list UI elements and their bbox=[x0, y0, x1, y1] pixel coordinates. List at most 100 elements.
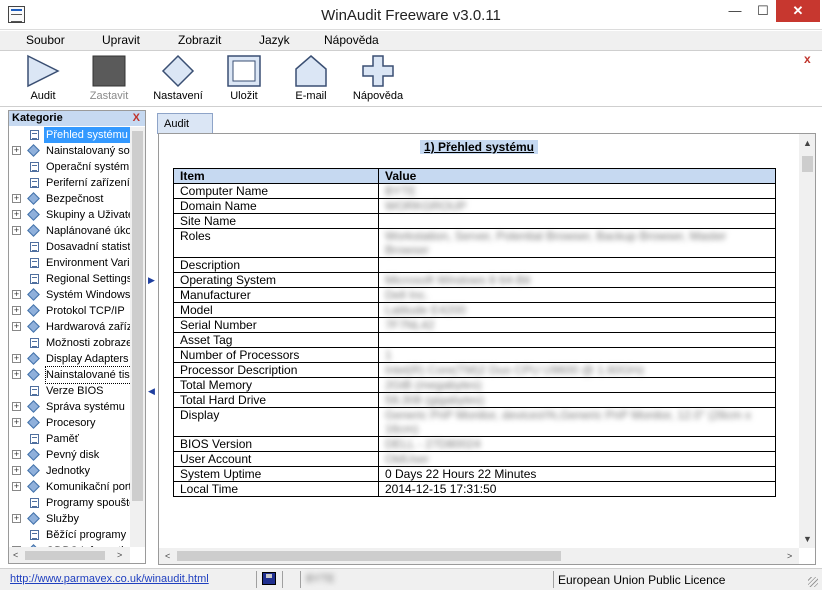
save-button[interactable]: Uložit bbox=[211, 54, 277, 106]
tree-item[interactable]: Periferní zařízení bbox=[9, 175, 130, 191]
tree-scroll-thumb[interactable] bbox=[132, 131, 143, 501]
expand-icon[interactable]: + bbox=[12, 210, 21, 219]
report-scroll-left-icon[interactable]: < bbox=[165, 551, 170, 561]
category-panel: Kategorie X Přehled systému + Nainstalovan… bbox=[8, 110, 146, 564]
tree-item[interactable]: + Display Adapters bbox=[9, 351, 130, 367]
scroll-left-icon[interactable]: < bbox=[13, 550, 18, 560]
floppy-disk-icon bbox=[262, 572, 276, 585]
expand-icon[interactable]: + bbox=[12, 146, 21, 155]
tree-item-label: Systém Windows bbox=[46, 289, 130, 301]
report-vertical-scrollbar[interactable] bbox=[799, 134, 815, 548]
email-button[interactable]: E-mail bbox=[278, 54, 344, 106]
menu-napoveda[interactable]: Nápověda bbox=[324, 33, 379, 47]
report-scroll-thumb[interactable] bbox=[802, 156, 813, 172]
diamond-icon bbox=[27, 224, 40, 237]
expand-icon[interactable]: + bbox=[12, 482, 21, 491]
expand-icon[interactable]: + bbox=[12, 322, 21, 331]
tree-item[interactable]: Běžící programy bbox=[9, 527, 130, 543]
row-value: 2GiB (megabytes) bbox=[385, 378, 482, 392]
scroll-up-icon[interactable]: ▲ bbox=[803, 138, 812, 148]
expand-icon[interactable]: + bbox=[12, 514, 21, 523]
tree-item[interactable]: Dosavadní statistika bbox=[9, 239, 130, 255]
report-scroll-right-icon[interactable]: > bbox=[787, 551, 792, 561]
tree-item[interactable]: + Bezpečnost bbox=[9, 191, 130, 207]
menu-zobrazit[interactable]: Zobrazit bbox=[178, 33, 221, 47]
close-document-icon[interactable]: x bbox=[804, 52, 811, 66]
row-value-cell: BYTE bbox=[378, 183, 776, 199]
tree-item[interactable]: + Procesory bbox=[9, 415, 130, 431]
expand-icon[interactable]: + bbox=[12, 226, 21, 235]
website-link[interactable]: http://www.parmavex.co.uk/winaudit.html bbox=[10, 573, 209, 585]
tree-item[interactable]: Paměť bbox=[9, 431, 130, 447]
help-button[interactable]: Nápověda bbox=[345, 54, 411, 106]
tree-item[interactable]: Environment Variables bbox=[9, 255, 130, 271]
table-row: Computer Name BYTE bbox=[173, 183, 776, 199]
system-overview-table: Item Value Computer Name BYTE Domain Name W… bbox=[173, 168, 776, 497]
table-row: Roles Workstation, Server, Potential Brow… bbox=[173, 228, 776, 258]
splitter-expand-icon[interactable]: ▶ bbox=[148, 275, 155, 286]
row-value: Latitude E4200 bbox=[385, 303, 466, 317]
window-title: WinAudit Freeware v3.0.11 bbox=[321, 7, 501, 24]
stop-button: Zastavit bbox=[76, 54, 142, 106]
status-bar: http://www.parmavex.co.uk/winaudit.html … bbox=[0, 568, 822, 590]
tree-item[interactable]: Verze BIOS bbox=[9, 383, 130, 399]
tree-item[interactable]: + Naplánované úkoly bbox=[9, 223, 130, 239]
tree-item-label: Naplánované úkoly bbox=[46, 225, 130, 237]
tree-item[interactable]: Regional Settings bbox=[9, 271, 130, 287]
tree-item[interactable]: + Jednotky bbox=[9, 463, 130, 479]
table-row: Description bbox=[173, 257, 776, 273]
tree-item[interactable]: + Systém Windows bbox=[9, 287, 130, 303]
expand-icon[interactable]: + bbox=[12, 418, 21, 427]
tree-item[interactable]: Možnosti zobrazení bbox=[9, 335, 130, 351]
tree-item-label: Možnosti zobrazení bbox=[46, 337, 130, 349]
expand-icon[interactable]: + bbox=[12, 402, 21, 411]
expand-icon[interactable]: + bbox=[12, 194, 21, 203]
tree-item[interactable]: Přehled systému bbox=[9, 127, 130, 143]
tree-item[interactable]: + Nainstalovaný software bbox=[9, 143, 130, 159]
tree-item[interactable]: Operační systém bbox=[9, 159, 130, 175]
settings-button[interactable]: Nastavení bbox=[145, 54, 211, 106]
resize-grip-icon[interactable] bbox=[808, 577, 818, 587]
expand-icon[interactable]: + bbox=[12, 450, 21, 459]
expand-icon[interactable]: + bbox=[12, 466, 21, 475]
expand-icon[interactable]: + bbox=[12, 290, 21, 299]
audit-label: Audit bbox=[30, 90, 56, 102]
tree-item[interactable]: + Komunikační porty bbox=[9, 479, 130, 495]
tree-item[interactable]: + Protokol TCP/IP bbox=[9, 303, 130, 319]
maximize-button[interactable]: ☐ bbox=[752, 0, 774, 22]
row-value-cell: Intel(R) Core(TM)2 Duo CPU U9600 @ 1.60G… bbox=[378, 362, 776, 378]
menu-soubor[interactable]: Soubor bbox=[26, 33, 65, 47]
tree-hscroll-thumb[interactable] bbox=[25, 551, 105, 560]
row-value: 1 bbox=[385, 348, 392, 362]
menu-upravit[interactable]: Upravit bbox=[102, 33, 140, 47]
tree-item-label: Regional Settings bbox=[46, 273, 130, 285]
tree-item-label: Environment Variables bbox=[46, 257, 130, 269]
tree-item[interactable]: + Nainstalované tiskárny bbox=[9, 366, 130, 384]
splitter-collapse-icon[interactable]: ◀ bbox=[148, 386, 155, 397]
audit-button[interactable]: Audit bbox=[10, 54, 76, 106]
row-value-cell: 1 bbox=[378, 347, 776, 363]
menu-jazyk[interactable]: Jazyk bbox=[259, 33, 290, 47]
scroll-down-icon[interactable]: ▼ bbox=[803, 534, 812, 544]
expand-icon[interactable]: + bbox=[12, 370, 21, 379]
doc-icon bbox=[30, 530, 39, 540]
tree-item[interactable]: + Skupiny a Uživatelé bbox=[9, 207, 130, 223]
diamond-icon bbox=[27, 464, 40, 477]
diamond-icon bbox=[27, 352, 40, 365]
expand-icon[interactable]: + bbox=[12, 306, 21, 315]
report-hscroll-thumb[interactable] bbox=[177, 551, 561, 561]
expand-icon[interactable]: + bbox=[12, 354, 21, 363]
minimize-button[interactable]: — bbox=[724, 0, 746, 22]
tree-item[interactable]: + Hardwarová zařízení bbox=[9, 319, 130, 335]
tab-audit[interactable]: Audit bbox=[157, 113, 213, 134]
tree-item-label: Správa systému bbox=[46, 401, 125, 413]
tree-item[interactable]: + Služby bbox=[9, 511, 130, 527]
tree-item-label: Jednotky bbox=[46, 465, 91, 477]
scroll-right-icon[interactable]: > bbox=[117, 550, 122, 560]
tree-item[interactable]: Programy spouštěné bbox=[9, 495, 130, 511]
tree-item[interactable]: + Pevný disk bbox=[9, 447, 130, 463]
tree-item[interactable]: + Správa systému bbox=[9, 399, 130, 415]
tree-item-label: Operační systém bbox=[46, 161, 130, 173]
close-window-button[interactable]: ✕ bbox=[776, 0, 820, 22]
close-panel-icon[interactable]: X bbox=[133, 111, 140, 126]
